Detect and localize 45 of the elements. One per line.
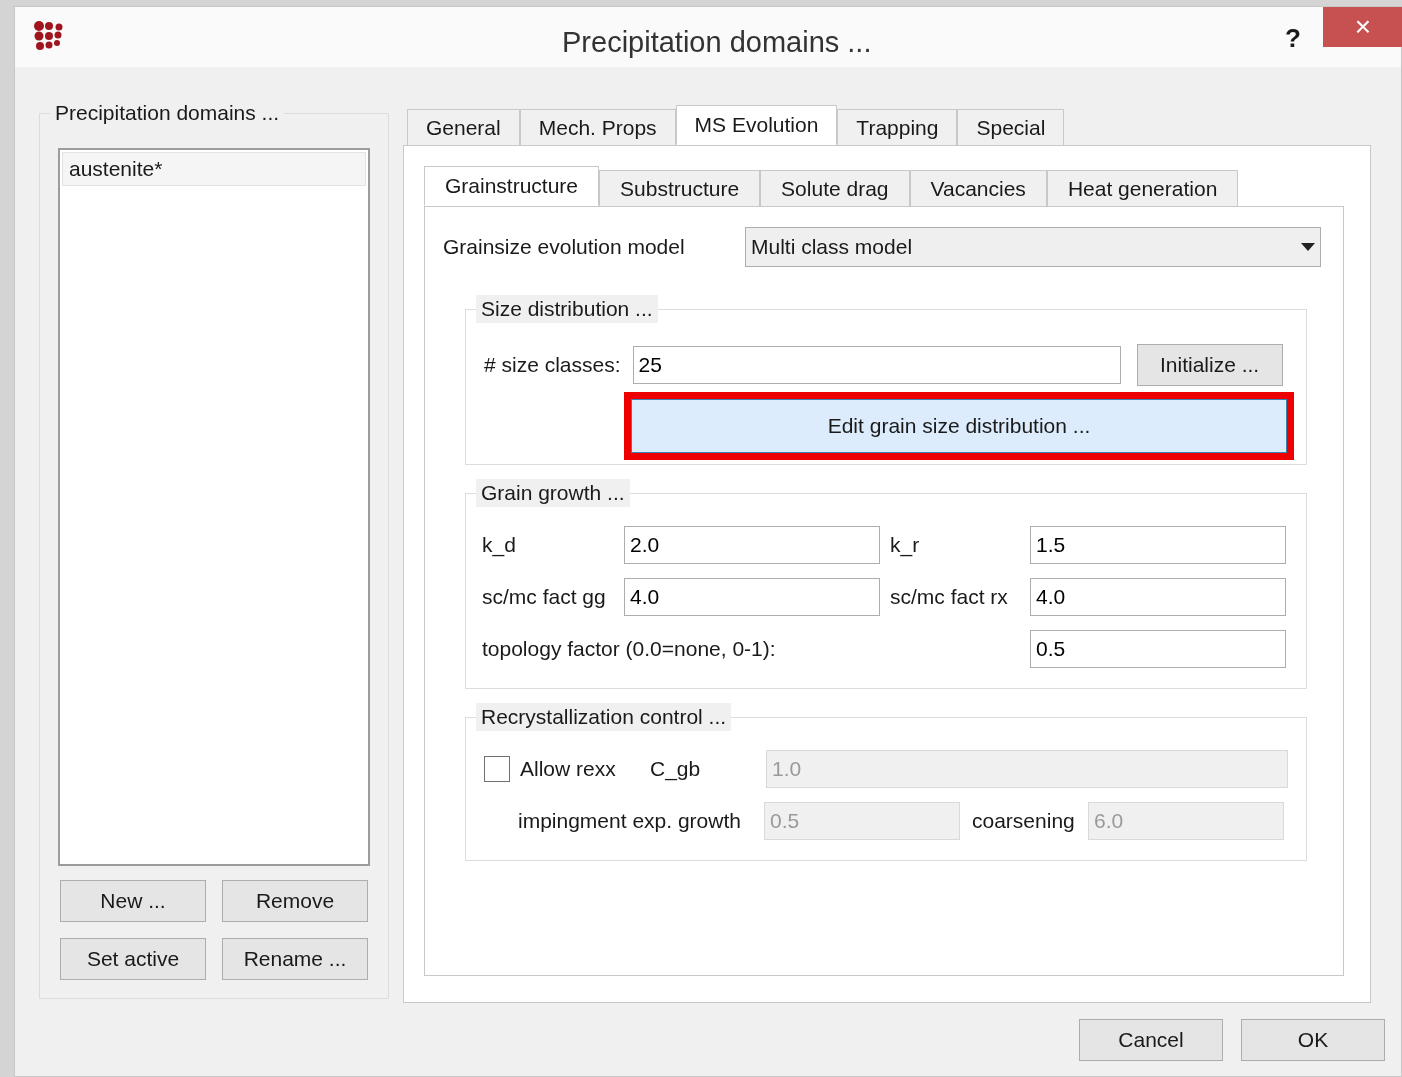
push-button[interactable]: Initialize ... (1136, 344, 1283, 386)
tab[interactable]: General (407, 109, 520, 145)
tab[interactable]: Grainstructure (424, 166, 600, 206)
field-label: impingment exp. growth (518, 808, 742, 835)
field-label: k_r (889, 532, 921, 559)
window-title: Precipitation domains ... (562, 25, 872, 60)
input-field[interactable]: 25 (632, 346, 1121, 384)
field-label: topology factor (0.0=none, 0-1): (482, 636, 777, 663)
field-label: coarsening (971, 808, 1076, 835)
checkbox[interactable] (484, 756, 510, 782)
input-field[interactable]: 0.5 (1030, 630, 1286, 668)
checkbox-label: Allow rexx (520, 756, 617, 783)
edit-distribution-button[interactable]: Edit grain size distribution ... (631, 399, 1287, 453)
push-button[interactable]: New ... (60, 880, 206, 922)
push-button[interactable]: OK (1241, 1019, 1385, 1061)
input-field[interactable]: 4.0 (624, 578, 880, 616)
input-field[interactable]: 1.5 (1030, 526, 1286, 564)
tab[interactable]: Special (957, 109, 1065, 145)
tab[interactable]: MS Evolution (675, 105, 838, 145)
tab[interactable]: Solute drag (760, 170, 910, 206)
field-label: sc/mc fact rx (889, 584, 1009, 611)
input-field[interactable]: 2.0 (624, 526, 880, 564)
dropdown[interactable]: Multi class model (745, 227, 1321, 267)
tab[interactable]: Substructure (599, 170, 761, 206)
field-label: Grainsize evolution model (443, 234, 686, 261)
tab[interactable]: Heat generation (1046, 170, 1239, 206)
push-button[interactable]: Remove (222, 880, 368, 922)
caret-icon (1301, 243, 1315, 251)
tab[interactable]: Mech. Props (519, 109, 676, 145)
push-button[interactable]: Cancel (1079, 1019, 1223, 1061)
field-label: # size classes: (484, 352, 621, 379)
field-label: k_d (482, 532, 517, 559)
tab[interactable]: Vacancies (909, 170, 1047, 206)
group-title: Size distribution ... (476, 295, 658, 323)
field-label: C_gb (650, 756, 702, 783)
help-button[interactable]: ? (1285, 19, 1301, 58)
field-label: sc/mc fact gg (482, 584, 607, 611)
close-button[interactable]: × (1323, 7, 1402, 47)
group-title: Grain growth ... (476, 479, 630, 507)
push-button[interactable]: Set active (60, 938, 206, 980)
input-field[interactable]: 4.0 (1030, 578, 1286, 616)
list-item[interactable]: austenite* (62, 152, 366, 186)
group-title: Recrystallization control ... (476, 703, 732, 731)
push-button[interactable]: Rename ... (222, 938, 368, 980)
tab[interactable]: Trapping (837, 109, 958, 145)
